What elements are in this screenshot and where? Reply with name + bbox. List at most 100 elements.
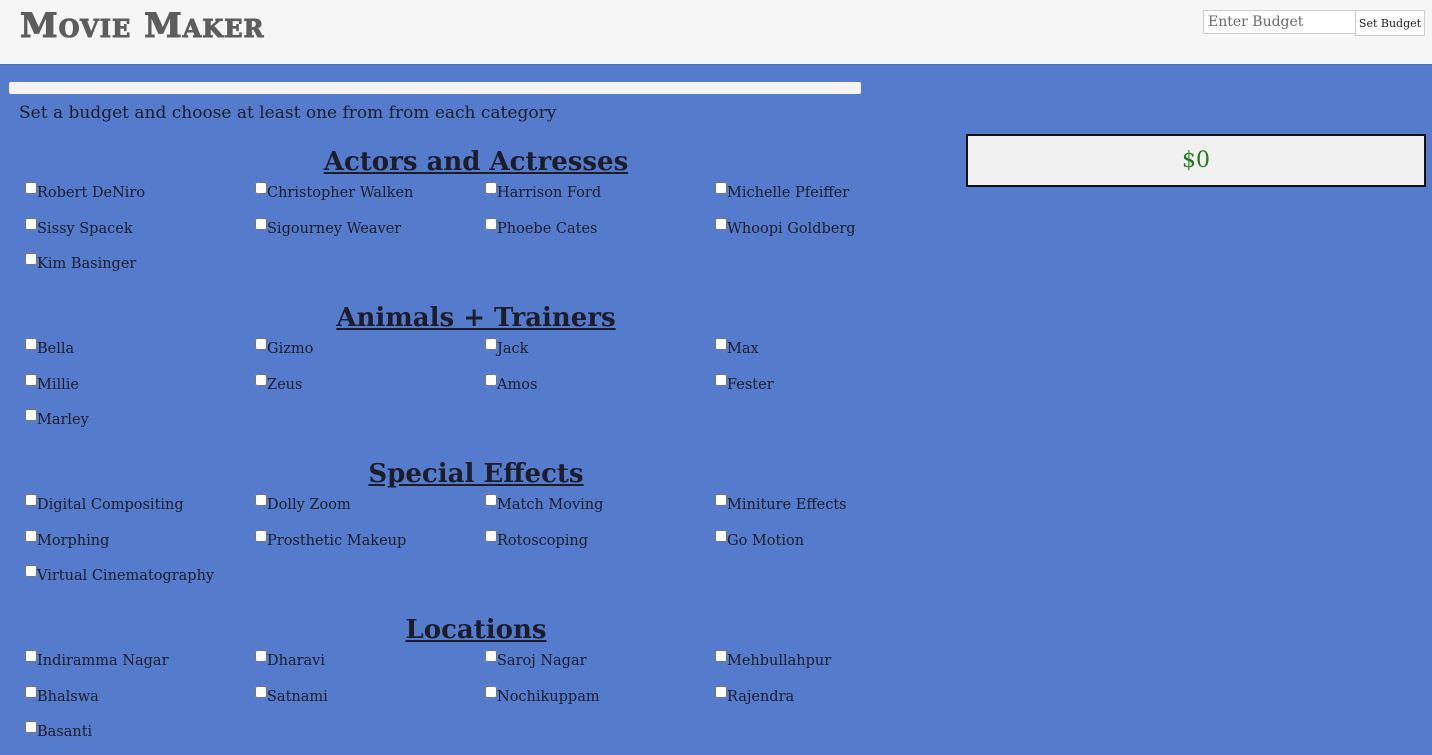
option-checkbox[interactable] bbox=[485, 182, 497, 194]
option-checkbox[interactable] bbox=[485, 338, 497, 350]
option-checkbox[interactable] bbox=[485, 529, 497, 542]
option-item[interactable]: Satnami bbox=[249, 684, 479, 720]
option-checkbox[interactable] bbox=[485, 494, 497, 506]
option-label[interactable]: Morphing bbox=[37, 533, 109, 549]
option-item[interactable]: Whoopi Goldberg bbox=[709, 216, 939, 252]
option-label[interactable]: Bella bbox=[37, 341, 74, 357]
option-item[interactable]: Zeus bbox=[249, 372, 479, 408]
option-label[interactable]: Sigourney Weaver bbox=[267, 221, 401, 237]
option-checkbox[interactable] bbox=[25, 373, 37, 386]
option-label[interactable]: Mehbullahpur bbox=[727, 653, 831, 669]
option-checkbox[interactable] bbox=[715, 529, 727, 542]
option-item[interactable]: Saroj Nagar bbox=[479, 648, 709, 684]
option-item[interactable]: Kim Basinger bbox=[19, 251, 249, 287]
option-label[interactable]: Prosthetic Makeup bbox=[267, 533, 406, 549]
option-item[interactable]: Mehbullahpur bbox=[709, 648, 939, 684]
option-checkbox[interactable] bbox=[25, 529, 37, 542]
option-label[interactable]: Robert DeNiro bbox=[37, 185, 145, 201]
option-label[interactable]: Basanti bbox=[37, 724, 92, 740]
option-checkbox[interactable] bbox=[255, 494, 267, 506]
option-label[interactable]: Millie bbox=[37, 377, 79, 393]
option-item[interactable]: Phoebe Cates bbox=[479, 216, 709, 252]
option-label[interactable]: Gizmo bbox=[267, 341, 313, 357]
option-item[interactable]: Dolly Zoom bbox=[249, 492, 479, 528]
option-label[interactable]: Rajendra bbox=[727, 689, 794, 705]
option-checkbox[interactable] bbox=[25, 650, 37, 662]
option-label[interactable]: Dolly Zoom bbox=[267, 497, 351, 513]
option-item[interactable]: Robert DeNiro bbox=[19, 180, 249, 216]
option-label[interactable]: Match Moving bbox=[497, 497, 603, 513]
option-item[interactable]: Michelle Pfeiffer bbox=[709, 180, 939, 216]
option-label[interactable]: Fester bbox=[727, 377, 774, 393]
option-item[interactable]: Amos bbox=[479, 372, 709, 408]
option-label[interactable]: Saroj Nagar bbox=[497, 653, 587, 669]
option-checkbox[interactable] bbox=[485, 650, 497, 662]
option-checkbox[interactable] bbox=[25, 253, 37, 265]
option-item[interactable]: Nochikuppam bbox=[479, 684, 709, 720]
budget-input[interactable] bbox=[1203, 10, 1358, 34]
set-budget-button[interactable]: Set Budget bbox=[1355, 10, 1425, 36]
option-item[interactable]: Virtual Cinematography bbox=[19, 563, 249, 599]
option-checkbox[interactable] bbox=[25, 721, 37, 733]
option-item[interactable]: Prosthetic Makeup bbox=[249, 528, 479, 564]
option-checkbox[interactable] bbox=[255, 217, 267, 230]
option-label[interactable]: Amos bbox=[497, 377, 537, 393]
option-checkbox[interactable] bbox=[255, 338, 267, 350]
option-label[interactable]: Miniture Effects bbox=[727, 497, 847, 513]
option-checkbox[interactable] bbox=[25, 182, 37, 194]
option-item[interactable]: Gizmo bbox=[249, 336, 479, 372]
option-checkbox[interactable] bbox=[255, 373, 267, 386]
option-checkbox[interactable] bbox=[255, 685, 267, 698]
option-checkbox[interactable] bbox=[25, 338, 37, 350]
option-label[interactable]: Satnami bbox=[267, 689, 328, 705]
option-checkbox[interactable] bbox=[715, 217, 727, 230]
option-label[interactable]: Phoebe Cates bbox=[497, 221, 597, 237]
option-checkbox[interactable] bbox=[25, 217, 37, 230]
option-label[interactable]: Michelle Pfeiffer bbox=[727, 185, 849, 201]
option-checkbox[interactable] bbox=[25, 565, 37, 577]
option-checkbox[interactable] bbox=[485, 217, 497, 230]
option-checkbox[interactable] bbox=[255, 182, 267, 194]
option-label[interactable]: Dharavi bbox=[267, 653, 325, 669]
option-item[interactable]: Christopher Walken bbox=[249, 180, 479, 216]
option-item[interactable]: Rajendra bbox=[709, 684, 939, 720]
option-checkbox[interactable] bbox=[485, 685, 497, 698]
option-checkbox[interactable] bbox=[715, 182, 727, 194]
option-item[interactable]: Marley bbox=[19, 407, 249, 443]
option-label[interactable]: Whoopi Goldberg bbox=[727, 221, 856, 237]
option-label[interactable]: Max bbox=[727, 341, 759, 357]
option-label[interactable]: Bhalswa bbox=[37, 689, 99, 705]
option-checkbox[interactable] bbox=[715, 338, 727, 350]
option-item[interactable]: Jack bbox=[479, 336, 709, 372]
option-label[interactable]: Jack bbox=[497, 341, 528, 357]
option-item[interactable]: Max bbox=[709, 336, 939, 372]
option-item[interactable]: Miniture Effects bbox=[709, 492, 939, 528]
option-label[interactable]: Indiramma Nagar bbox=[37, 653, 169, 669]
option-item[interactable]: Bhalswa bbox=[19, 684, 249, 720]
option-checkbox[interactable] bbox=[255, 529, 267, 542]
option-item[interactable]: Rotoscoping bbox=[479, 528, 709, 564]
option-label[interactable]: Rotoscoping bbox=[497, 533, 588, 549]
option-label[interactable]: Marley bbox=[37, 412, 89, 428]
option-checkbox[interactable] bbox=[25, 494, 37, 506]
option-item[interactable]: Dharavi bbox=[249, 648, 479, 684]
option-label[interactable]: Harrison Ford bbox=[497, 185, 601, 201]
option-checkbox[interactable] bbox=[255, 650, 267, 662]
option-checkbox[interactable] bbox=[485, 373, 497, 386]
option-checkbox[interactable] bbox=[25, 685, 37, 698]
option-label[interactable]: Kim Basinger bbox=[37, 256, 136, 272]
option-label[interactable]: Nochikuppam bbox=[497, 689, 600, 705]
option-checkbox[interactable] bbox=[715, 494, 727, 506]
option-label[interactable]: Go Motion bbox=[727, 533, 804, 549]
option-label[interactable]: Zeus bbox=[267, 377, 302, 393]
option-item[interactable]: Go Motion bbox=[709, 528, 939, 564]
option-checkbox[interactable] bbox=[25, 409, 37, 421]
option-label[interactable]: Digital Compositing bbox=[37, 497, 184, 513]
option-item[interactable]: Sigourney Weaver bbox=[249, 216, 479, 252]
option-label[interactable]: Christopher Walken bbox=[267, 185, 413, 201]
option-item[interactable]: Bella bbox=[19, 336, 249, 372]
option-item[interactable]: Millie bbox=[19, 372, 249, 408]
option-checkbox[interactable] bbox=[715, 650, 727, 662]
option-checkbox[interactable] bbox=[715, 373, 727, 386]
option-label[interactable]: Sissy Spacek bbox=[37, 221, 133, 237]
